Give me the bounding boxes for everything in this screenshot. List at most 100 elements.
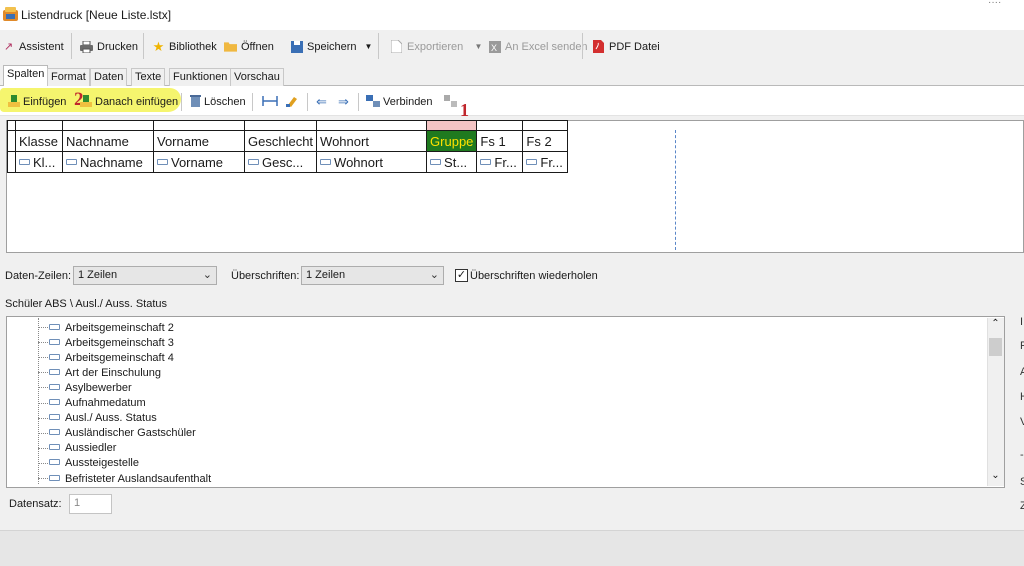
verbinden-button[interactable]: Verbinden [366, 94, 433, 109]
column-width-button[interactable] [262, 95, 278, 109]
daten-zeilen-select[interactable]: 1 Zeilen ⌄ [73, 266, 217, 285]
window-controls[interactable]: ···· [988, 0, 1001, 8]
row-header-cell [7, 151, 16, 173]
einfuegen-button[interactable]: Einfügen [8, 94, 67, 109]
column-header[interactable]: Fs 2 [522, 130, 569, 152]
column-handle[interactable] [243, 120, 318, 131]
pdf-button[interactable]: PDF Datei [592, 38, 660, 55]
dropdown-arrow-icon: ▼ [364, 42, 373, 51]
loeschen-button[interactable]: Löschen [190, 94, 246, 109]
column-field-cell[interactable]: Nachname [62, 151, 154, 173]
column-field-cell[interactable]: Fr... [522, 151, 569, 173]
excel-label: An Excel senden [505, 40, 588, 53]
column-handle[interactable] [62, 120, 154, 131]
speichern-button[interactable]: Speichern [290, 38, 357, 55]
exportieren-label: Exportieren [407, 40, 464, 53]
tab-texte[interactable]: Texte [131, 68, 166, 86]
column-field-cell[interactable]: Wohnort [316, 151, 428, 173]
move-right-button[interactable]: ⇒ [338, 94, 349, 109]
toolbar-divider [181, 93, 182, 111]
column-handle[interactable] [522, 120, 569, 131]
tree-item[interactable]: Aussiedler [38, 441, 116, 456]
edge-label: H [1020, 391, 1024, 403]
exportieren-dropdown-arrow[interactable]: ▼ [472, 38, 485, 55]
chevron-down-icon: ⌄ [429, 269, 439, 281]
chevron-down-icon: ⌄ [202, 269, 212, 281]
edge-label: F [1020, 340, 1024, 352]
danach-einfuegen-button[interactable]: Danach einfügen [80, 94, 178, 109]
column-header[interactable]: Wohnort [316, 130, 428, 152]
field-icon [480, 159, 492, 166]
dropdown-arrow-icon: ▼ [474, 42, 483, 51]
tree-connector [38, 357, 48, 359]
edge-label: S [1020, 476, 1024, 488]
assistent-button[interactable]: ↗ Assistent [2, 38, 64, 55]
scroll-down-icon[interactable]: ⌄ [987, 470, 1004, 487]
column-field-cell[interactable]: Fr... [476, 151, 524, 173]
column-field-cell[interactable]: Gesc... [243, 151, 318, 173]
ueberschriften-select[interactable]: 1 Zeilen ⌄ [301, 266, 444, 285]
tab-vorschau[interactable]: Vorschau [230, 68, 284, 86]
column-field-cell[interactable]: St... [426, 151, 478, 173]
drucken-button[interactable]: Drucken [80, 38, 138, 55]
status-bar [0, 530, 1024, 566]
column-header[interactable]: Klasse [15, 130, 63, 152]
column-handle[interactable] [476, 120, 524, 131]
brush-icon [286, 95, 298, 110]
excel-button[interactable]: X An Excel senden [488, 38, 588, 55]
column-header[interactable]: Nachname [62, 130, 154, 152]
column-header-selected[interactable]: Gruppe [426, 130, 478, 152]
column-handle-selected[interactable] [426, 120, 478, 131]
tree-item[interactable]: Arbeitsgemeinschaft 4 [38, 350, 174, 365]
column-handle[interactable] [153, 120, 245, 131]
column-header[interactable]: Vorname [153, 130, 245, 152]
tree-item[interactable]: Arbeitsgemeinschaft 2 [38, 320, 174, 335]
pdf-icon [592, 40, 605, 53]
toolbar-divider [307, 93, 308, 111]
repeat-headers-checkbox[interactable]: ✓ [455, 269, 468, 282]
tab-spalten[interactable]: Spalten [3, 65, 49, 87]
tree-item[interactable]: Ausländischer Gastschüler [38, 426, 196, 441]
column-header[interactable]: Fs 1 [476, 130, 524, 152]
tree-item[interactable]: Asylbewerber [38, 380, 132, 395]
move-left-button[interactable]: ⇐ [316, 94, 327, 109]
repeat-headers-label[interactable]: Überschriften wiederholen [470, 270, 598, 282]
loeschen-label: Löschen [204, 96, 246, 108]
field-icon [49, 368, 60, 375]
format-brush-button[interactable] [286, 95, 298, 109]
tab-format[interactable]: Format [47, 68, 90, 86]
column-grid[interactable]: Klasse Nachname Vorname Geschlecht Wohno… [7, 120, 569, 173]
width-icon [262, 95, 278, 109]
edge-label: I [1020, 316, 1024, 328]
tree-item[interactable]: Arbeitsgemeinschaft 3 [38, 335, 174, 350]
field-label: Nachname [80, 154, 143, 170]
checkmark-icon: ✓ [456, 269, 467, 281]
column-field-cell[interactable]: Kl... [15, 151, 63, 173]
toolbar-divider [143, 33, 144, 59]
split-button[interactable] [444, 94, 457, 109]
column-field-cell[interactable]: Vorname [153, 151, 245, 173]
column-handle[interactable] [316, 120, 428, 131]
tree-item[interactable]: Befristeter Auslandsaufenthalt [38, 471, 211, 486]
ueberschriften-value: 1 Zeilen [306, 269, 346, 281]
scroll-up-icon[interactable]: ⌃ [987, 318, 1004, 335]
tab-daten[interactable]: Daten [90, 68, 128, 86]
oeffnen-button[interactable]: Öffnen [224, 38, 274, 55]
exportieren-button[interactable]: Exportieren [390, 38, 463, 55]
speichern-dropdown-arrow[interactable]: ▼ [362, 38, 375, 55]
excel-icon: X [488, 40, 501, 53]
field-icon [157, 159, 168, 166]
scroll-thumb[interactable] [989, 338, 1002, 356]
wand-icon: ↗ [3, 41, 14, 53]
assistent-label: Assistent [19, 40, 64, 53]
tree-item[interactable]: Ausl./ Auss. Status [38, 411, 157, 426]
bibliothek-button[interactable]: ★ Bibliothek [152, 38, 217, 55]
column-handle[interactable] [15, 120, 63, 131]
tree-item[interactable]: Aufnahmedatum [38, 396, 146, 411]
column-header[interactable]: Geschlecht [243, 130, 318, 152]
datensatz-input[interactable]: 1 [69, 494, 112, 514]
tree-item[interactable]: Aussteigestelle [38, 456, 139, 471]
tab-funktionen[interactable]: Funktionen [169, 68, 232, 86]
tree-item[interactable]: Art der Einschulung [38, 365, 161, 380]
einfuegen-label: Einfügen [23, 96, 67, 108]
